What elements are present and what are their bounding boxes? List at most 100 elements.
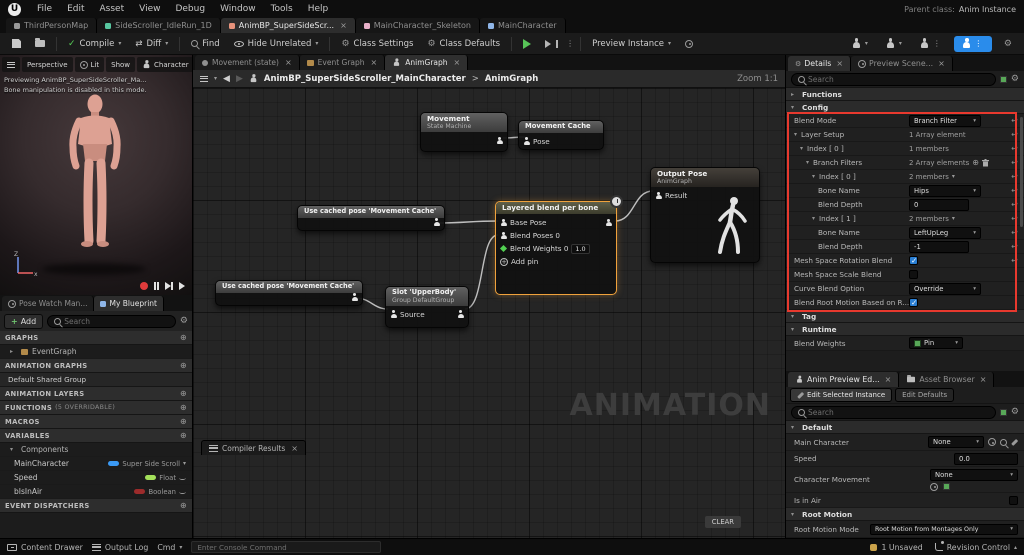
gear-icon[interactable]: ⚙ xyxy=(1011,407,1019,417)
blueprint-mode-button[interactable]: ⋮ xyxy=(953,35,992,52)
frame-skip-button[interactable] xyxy=(539,37,564,51)
mesh-space-rotation-checkbox[interactable] xyxy=(909,256,918,265)
pose-output-pin[interactable] xyxy=(496,136,503,145)
record-button[interactable] xyxy=(139,282,148,290)
tab-animbp-supersidescroller[interactable]: AnimBP_SuperSideScr... × xyxy=(220,18,356,33)
breadcrumb-root[interactable]: AnimBP_SuperSideScroller_MainCharacter xyxy=(264,74,466,84)
variables-section-header[interactable]: VARIABLES ⊕ xyxy=(0,429,192,443)
browse-content-button[interactable] xyxy=(29,37,51,50)
close-icon[interactable]: × xyxy=(340,21,347,30)
tab-animgraph[interactable]: AnimGraph × xyxy=(385,55,469,70)
chevron-down-icon[interactable]: ▾ xyxy=(214,75,217,82)
play-forward-button[interactable] xyxy=(179,282,185,290)
variable-bisinair[interactable]: bIsInAir Boolean xyxy=(0,485,192,499)
node-output-pose[interactable]: Output Pose AnimGraph Result xyxy=(650,167,760,263)
expander-icon[interactable]: ▸ xyxy=(791,91,798,98)
add-variable-icon[interactable]: ⊕ xyxy=(180,431,187,440)
chevron-down-icon[interactable]: ▾ xyxy=(952,173,955,180)
class-defaults-button[interactable]: ⚙ Class Defaults xyxy=(421,36,506,52)
macros-section-header[interactable]: MACROS ⊕ xyxy=(0,415,192,429)
add-function-icon[interactable]: ⊕ xyxy=(180,403,187,412)
blend-weights-input-pin[interactable] xyxy=(499,245,508,253)
forward-icon[interactable]: ▶ xyxy=(236,74,243,84)
variable-maincharacter[interactable]: MainCharacter Super Side Scroll ▾ xyxy=(0,457,192,471)
expander-icon[interactable]: ▾ xyxy=(791,326,798,333)
tab-maincharacter[interactable]: MainCharacter xyxy=(479,18,566,33)
console-command-input[interactable] xyxy=(197,542,376,552)
browse-icon[interactable] xyxy=(1000,438,1007,446)
expander-icon[interactable]: ▾ xyxy=(791,424,798,431)
scrollbar[interactable] xyxy=(1020,117,1023,227)
chevron-down-icon[interactable]: ▾ xyxy=(183,460,186,467)
blend-weights-binding-dropdown[interactable]: Pin ▾ xyxy=(909,337,963,349)
tag-category[interactable]: ▾ Tag xyxy=(786,310,1024,323)
pose-output-pin[interactable] xyxy=(605,218,612,227)
unsaved-button[interactable]: 1 Unsaved xyxy=(870,543,923,552)
tree-item-default-shared-group[interactable]: Default Shared Group xyxy=(0,373,192,387)
tree-item-eventgraph[interactable]: ▸ EventGraph xyxy=(0,345,192,359)
tab-preview-scene[interactable]: Preview Scene... × xyxy=(851,56,953,71)
variable-speed[interactable]: Speed Float xyxy=(0,471,192,485)
compile-button[interactable]: ✓ Compile ▾ xyxy=(62,36,127,52)
compiler-results-tab[interactable]: Compiler Results × xyxy=(201,440,306,455)
result-input-pin[interactable] xyxy=(655,191,662,200)
base-pose-input-pin[interactable] xyxy=(500,218,507,227)
clear-button[interactable]: CLEAR xyxy=(704,516,741,528)
add-pin-icon[interactable]: + xyxy=(500,257,508,266)
hamburger-icon[interactable] xyxy=(200,75,208,82)
pose-input-pin[interactable] xyxy=(523,137,530,145)
node-movement-state-machine[interactable]: Movement State Machine xyxy=(420,112,508,152)
blend-depth-input[interactable]: -1 xyxy=(909,240,969,253)
add-event-dispatcher-icon[interactable]: ⊕ xyxy=(180,501,187,510)
menu-debug[interactable]: Debug xyxy=(168,3,212,15)
gear-icon[interactable]: ⚙ xyxy=(180,316,188,326)
close-icon[interactable]: × xyxy=(938,59,945,68)
reset-to-default-icon[interactable]: ↩ xyxy=(1009,200,1020,209)
expander-icon[interactable]: ▾ xyxy=(791,104,798,111)
viewport-menu-button[interactable] xyxy=(2,57,20,72)
gear-icon[interactable]: ⚙ xyxy=(1011,74,1019,84)
add-button[interactable]: + Add xyxy=(4,313,44,329)
close-icon[interactable]: × xyxy=(291,444,298,453)
chevron-down-icon[interactable]: ▾ xyxy=(315,40,318,47)
expander-icon[interactable]: ▸ xyxy=(10,348,17,355)
tab-thirdpersonmap[interactable]: ThirdPersonMap xyxy=(6,18,98,33)
config-category[interactable]: ▾ Config xyxy=(786,101,1024,114)
pause-button[interactable] xyxy=(153,282,160,290)
reset-to-default-icon[interactable]: ↩ xyxy=(1009,144,1020,153)
content-drawer-button[interactable]: Content Drawer xyxy=(7,543,83,552)
bone-name-dropdown[interactable]: LeftUpLeg ▾ xyxy=(909,226,981,239)
tab-asset-browser[interactable]: Asset Browser × xyxy=(899,372,995,387)
reset-to-default-icon[interactable]: ↩ xyxy=(1009,186,1020,195)
display-filter-icon[interactable] xyxy=(999,408,1007,416)
physics-mode-button[interactable]: ⚙ xyxy=(998,36,1018,52)
functions-category[interactable]: ▸ Functions xyxy=(786,88,1024,101)
eyedropper-icon[interactable] xyxy=(1011,438,1018,446)
step-forward-button[interactable] xyxy=(165,282,173,290)
close-icon[interactable]: × xyxy=(454,58,461,67)
tab-event-graph[interactable]: Event Graph × xyxy=(299,55,386,70)
blend-poses-input-pin[interactable] xyxy=(500,231,507,240)
tab-pose-watch-manager[interactable]: Pose Watch Man... xyxy=(2,296,95,311)
curve-blend-option-dropdown[interactable]: Override ▾ xyxy=(909,282,981,295)
character-movement-dropdown[interactable]: None ▾ xyxy=(930,468,1018,481)
blueprint-search-input[interactable] xyxy=(64,316,169,326)
use-selected-icon[interactable] xyxy=(988,438,996,446)
animation-layers-section-header[interactable]: ANIMATION LAYERS ⊕ xyxy=(0,387,192,401)
menu-edit[interactable]: Edit xyxy=(60,3,91,15)
preview-instance-dropdown[interactable]: Preview Instance ▾ xyxy=(586,36,677,52)
details-search-input[interactable] xyxy=(808,74,989,84)
add-graph-icon[interactable]: ⊕ xyxy=(180,333,187,342)
blueprint-search[interactable] xyxy=(47,314,176,328)
expander-icon[interactable]: ▾ xyxy=(791,313,798,320)
animation-mode-button[interactable]: ⋮ xyxy=(914,35,948,52)
expander-icon[interactable]: ▾ xyxy=(806,159,813,166)
class-settings-button[interactable]: ⚙ Class Settings xyxy=(335,36,419,52)
is-in-air-checkbox[interactable] xyxy=(1009,495,1018,505)
character-dropdown[interactable]: Character xyxy=(137,57,192,72)
debug-filter-button[interactable] xyxy=(679,37,699,51)
bone-name-dropdown[interactable]: Hips ▾ xyxy=(909,184,981,197)
reset-to-default-icon[interactable]: ↩ xyxy=(1009,242,1020,251)
reset-to-default-icon[interactable]: ↩ xyxy=(1009,256,1020,265)
blend-depth-input[interactable]: 0 xyxy=(909,198,969,211)
